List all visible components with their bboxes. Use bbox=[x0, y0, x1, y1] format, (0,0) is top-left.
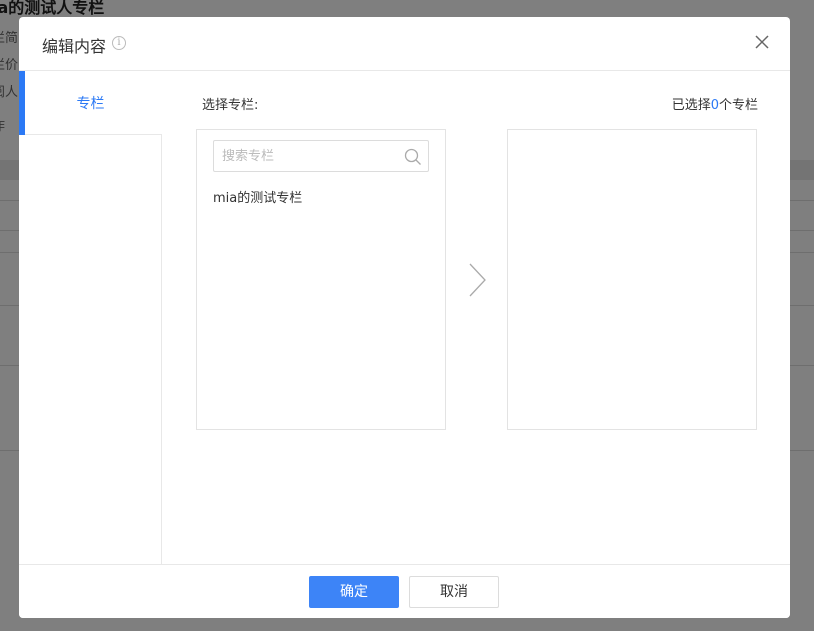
dialog-header: 编辑内容 i bbox=[19, 17, 790, 71]
edit-content-dialog: 编辑内容 i 专栏 选择专栏: 已选择0个专栏 mia的测试专栏 bbox=[19, 17, 790, 618]
available-columns-panel: mia的测试专栏 bbox=[196, 129, 446, 430]
close-icon[interactable] bbox=[752, 32, 772, 52]
confirm-button[interactable]: 确定 bbox=[309, 576, 399, 608]
side-tab-label: 专栏 bbox=[76, 96, 105, 112]
search-box bbox=[213, 140, 429, 172]
selected-count-suffix: 个专栏 bbox=[718, 98, 758, 113]
list-item[interactable]: mia的测试专栏 bbox=[213, 187, 302, 206]
info-circle-icon[interactable]: i bbox=[112, 36, 126, 50]
chevron-right-icon[interactable] bbox=[465, 262, 489, 298]
dialog-footer: 确定 取消 bbox=[19, 564, 790, 618]
selected-count-prefix: 已选择 bbox=[671, 98, 711, 113]
side-nav: 专栏 bbox=[19, 71, 162, 564]
selected-count-number: 0 bbox=[710, 98, 719, 113]
selected-count: 已选择0个专栏 bbox=[672, 94, 758, 113]
select-column-label: 选择专栏: bbox=[202, 98, 259, 113]
side-tab-column[interactable]: 专栏 bbox=[19, 71, 162, 135]
dialog-title: 编辑内容 bbox=[42, 37, 107, 56]
search-icon[interactable] bbox=[404, 148, 422, 166]
cancel-button[interactable]: 取消 bbox=[409, 576, 499, 608]
selected-columns-panel bbox=[507, 129, 757, 430]
search-input[interactable] bbox=[214, 141, 394, 171]
